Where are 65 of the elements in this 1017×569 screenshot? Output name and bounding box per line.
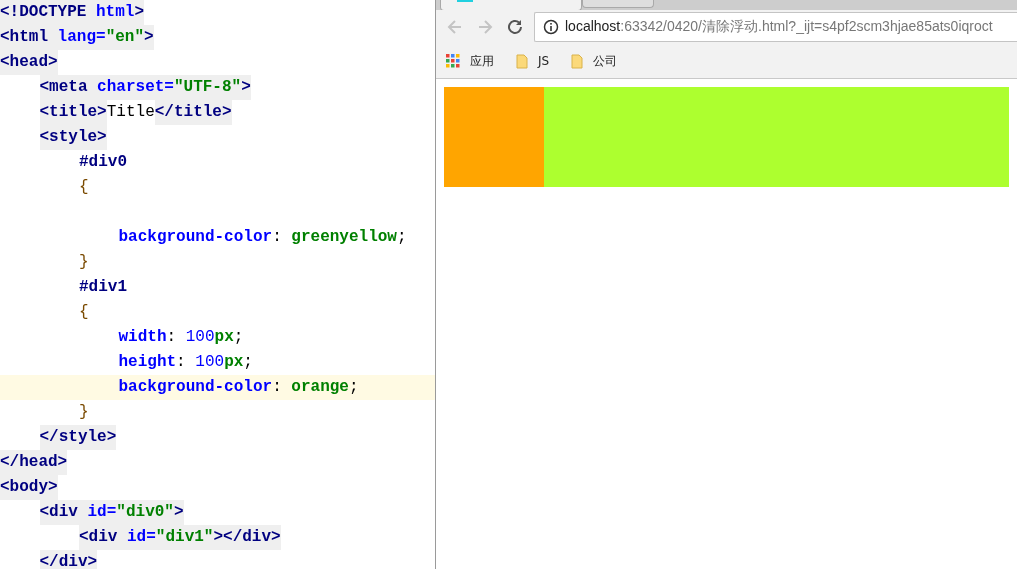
bookmark-item[interactable]: 应用 <box>446 52 494 70</box>
code-tag: <body> <box>0 475 58 500</box>
css-selector: #div1 <box>79 277 127 298</box>
css-property: height <box>118 352 177 373</box>
css-property: width <box>118 327 167 348</box>
code-tag: </style> <box>39 425 117 450</box>
code-tag: ></div> <box>213 525 281 550</box>
folder-icon <box>571 53 584 69</box>
code-attribute: = <box>96 25 106 50</box>
css-property: background-color <box>118 227 273 248</box>
css-value: px <box>224 352 244 373</box>
code-tag: <title> <box>39 100 107 125</box>
code-text: Title <box>106 102 155 123</box>
css-number: 100 <box>185 327 215 348</box>
bookmark-item[interactable]: 公司 <box>571 52 618 70</box>
code-tag: <style> <box>39 125 107 150</box>
css-number: 100 <box>195 352 225 373</box>
apps-grid-icon <box>446 54 460 68</box>
css-value: greenyellow <box>291 227 397 248</box>
css-property: background-color <box>118 377 273 398</box>
code-punctuation: : <box>272 227 283 248</box>
code-tag: <div <box>79 525 118 550</box>
code-attribute: html <box>96 0 135 25</box>
code-tag: <head> <box>0 50 58 75</box>
code-attribute: id <box>117 525 147 550</box>
css-value: orange <box>291 377 349 398</box>
code-tag: </div> <box>39 550 98 569</box>
code-tag: <!DOCTYPE <box>0 0 96 25</box>
info-icon <box>543 19 559 35</box>
code-tag: <meta <box>39 75 88 100</box>
url-text: localhost:63342/0420/清除浮动.html?_ijt=s4pf2scm3hjae85ats0iqroct <box>565 18 993 36</box>
code-tag: > <box>134 0 145 25</box>
code-attribute: charset <box>87 75 165 100</box>
code-punctuation: : <box>176 352 187 373</box>
code-attribute: = <box>164 75 174 100</box>
code-tag: </head> <box>0 450 68 475</box>
code-attribute: id <box>77 500 107 525</box>
code-attribute: = <box>146 525 156 550</box>
code-tag: <div <box>39 500 78 525</box>
code-punctuation: ; <box>233 327 244 348</box>
code-brace: { <box>79 177 89 198</box>
code-string: "en" <box>105 25 145 50</box>
code-punctuation: ; <box>243 352 253 373</box>
css-value: px <box>214 327 234 348</box>
code-tag: </title> <box>154 100 232 125</box>
code-punctuation: : <box>166 327 178 348</box>
code-punctuation: ; <box>348 377 359 398</box>
code-attribute: = <box>106 500 117 525</box>
code-tag: > <box>241 75 251 100</box>
code-brace: { <box>79 302 89 323</box>
code-tag: > <box>173 500 184 525</box>
code-string: "UTF-8" <box>173 75 242 100</box>
bookmark-item[interactable]: JS <box>516 53 550 69</box>
code-brace: } <box>79 402 89 423</box>
folder-icon <box>516 53 528 69</box>
code-string: "div0" <box>116 500 174 525</box>
code-punctuation: : <box>272 377 283 398</box>
code-punctuation: ; <box>396 227 407 248</box>
code-string: "div1" <box>155 525 214 550</box>
css-selector: #div0 <box>79 152 127 173</box>
code-brace: } <box>79 252 89 273</box>
code-tag: > <box>144 25 154 50</box>
code-attribute: lang <box>48 25 97 50</box>
address-bar[interactable]: localhost:63342/0420/清除浮动.html?_ijt=s4pf2scm3hjae85ats0iqroct <box>534 12 1017 42</box>
code-tag: <html <box>0 25 48 50</box>
